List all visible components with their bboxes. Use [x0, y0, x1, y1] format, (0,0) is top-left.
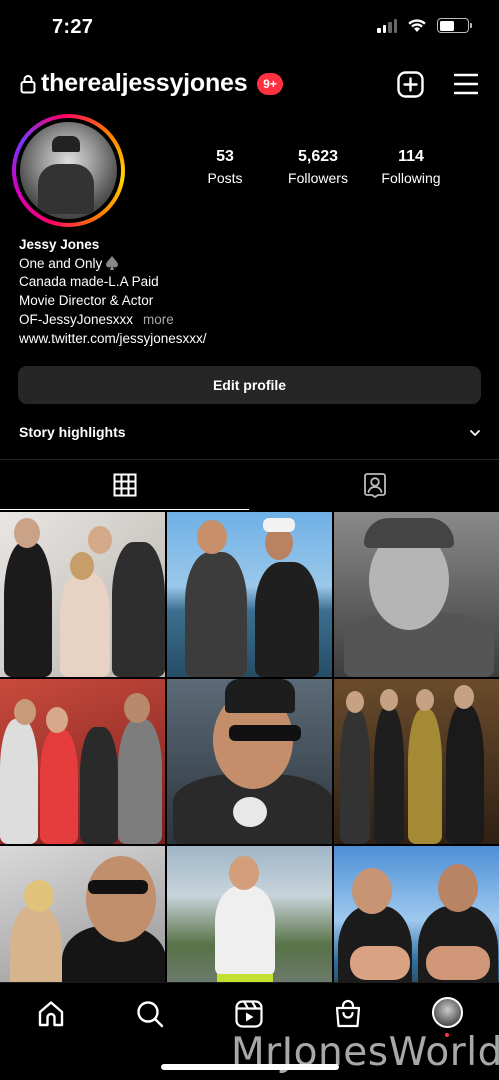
profile-photo: [20, 122, 117, 219]
status-bar: 7:27: [0, 0, 499, 54]
following-count: 114: [398, 148, 424, 165]
tagged-icon: [363, 473, 386, 498]
content-tabs: [0, 460, 499, 510]
bio-more-link[interactable]: more: [143, 312, 174, 327]
posts-count: 53: [216, 148, 234, 165]
create-post-icon[interactable]: [397, 71, 424, 98]
post-thumbnail[interactable]: [0, 679, 165, 844]
home-indicator[interactable]: [161, 1064, 339, 1070]
posts-grid: [0, 512, 499, 1011]
battery-icon: [437, 18, 472, 33]
status-time: 7:27: [52, 16, 94, 38]
tab-posts-grid[interactable]: [0, 460, 249, 510]
profile-bio: Jessy Jones One and Only Canada made-L.A…: [19, 236, 207, 348]
bio-line: Canada made-L.A Paid: [19, 274, 159, 290]
cellular-signal-icon: [377, 18, 397, 33]
bio-line: Movie Director & Actor: [19, 293, 154, 309]
stat-posts[interactable]: 53 Posts: [200, 148, 250, 186]
edit-profile-button[interactable]: Edit profile: [18, 366, 481, 404]
search-icon[interactable]: [135, 999, 165, 1029]
display-name: Jessy Jones: [19, 237, 100, 252]
tab-tagged[interactable]: [250, 460, 499, 510]
bio-line: One and Only: [19, 255, 207, 274]
story-highlights-toggle[interactable]: Story highlights: [19, 424, 481, 444]
bio-text: OF-JessyJonesxxx: [19, 311, 134, 327]
spade-icon: [106, 255, 119, 270]
story-highlights-label: Story highlights: [19, 424, 126, 440]
followers-label: Followers: [288, 170, 348, 186]
home-icon[interactable]: [36, 999, 66, 1029]
notification-badge[interactable]: 9+: [257, 73, 283, 95]
post-thumbnail[interactable]: [334, 679, 499, 844]
active-tab-indicator: [0, 508, 249, 510]
reels-icon[interactable]: [234, 999, 264, 1029]
bio-line: OF-JessyJonesxxx more: [19, 311, 207, 330]
bio-website-link[interactable]: www.twitter.com/jessyjonesxxx/: [19, 330, 207, 349]
profile-header: therealjessyjones 9+: [0, 62, 499, 106]
profile-avatar[interactable]: [12, 114, 125, 227]
stat-followers[interactable]: 5,623 Followers: [283, 148, 353, 186]
hamburger-menu-icon[interactable]: [454, 73, 478, 95]
chevron-down-icon: [470, 430, 480, 436]
followers-count: 5,623: [297, 148, 339, 165]
shop-icon[interactable]: [333, 999, 363, 1029]
lock-icon: [20, 75, 36, 94]
following-label: Following: [381, 170, 441, 186]
post-thumbnail[interactable]: [167, 679, 332, 844]
stat-following[interactable]: 114 Following: [376, 148, 446, 186]
post-thumbnail[interactable]: [334, 512, 499, 677]
account-switcher-username[interactable]: therealjessyjones: [41, 69, 248, 98]
grid-icon: [113, 473, 136, 497]
post-thumbnail[interactable]: [167, 512, 332, 677]
bio-text: One and Only: [19, 255, 103, 271]
status-icons: [377, 18, 472, 33]
wifi-icon: [408, 19, 426, 32]
profile-tab-avatar[interactable]: [432, 997, 463, 1028]
post-thumbnail[interactable]: [0, 512, 165, 677]
posts-label: Posts: [207, 170, 243, 186]
